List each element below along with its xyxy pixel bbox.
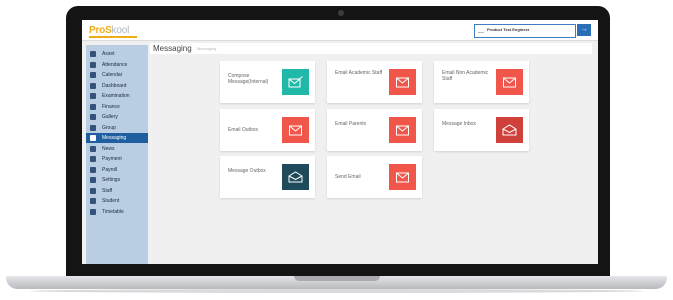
tile-email-outbox[interactable]: Email Outbox [220, 109, 315, 151]
breadcrumb[interactable]: Messaging [197, 46, 216, 52]
tile-label: Email Non Academic Staff [442, 70, 489, 82]
sidebar-item-label: Asset [102, 51, 115, 57]
sidebar-item-gallery[interactable]: Gallery [86, 112, 148, 122]
sidebar: Asset Attendance Calendar Dashboard Examinat… [86, 45, 148, 264]
calendar-icon [90, 72, 96, 78]
sidebar-item-student[interactable]: Student [86, 196, 148, 206]
app-logo[interactable]: ProSkool [89, 25, 129, 36]
envelope-icon [389, 164, 416, 190]
timetable-icon [90, 208, 96, 215]
tile-label: Email Academic Staff [335, 70, 383, 76]
sidebar-item-payment[interactable]: Payment [86, 154, 148, 164]
finance-icon [90, 103, 96, 110]
sidebar-item-label: Settings [102, 177, 121, 183]
user-signature-icon [478, 29, 484, 33]
sidebar-item-news[interactable]: News [86, 144, 148, 154]
settings-icon [90, 177, 96, 183]
payment-icon [90, 156, 96, 162]
sidebar-item-timetable[interactable]: Timetable [86, 207, 148, 217]
tile-email-academic-staff[interactable]: Email Academic Staff [327, 61, 422, 103]
group-icon [90, 124, 96, 131]
open-envelope-icon [496, 117, 523, 143]
page-title: Messaging [153, 44, 192, 53]
sidebar-item-dashboard[interactable]: Dashboard [86, 81, 148, 91]
envelope-icon [282, 117, 309, 143]
tile-label: Message Outbox [228, 168, 266, 174]
dashboard-icon [90, 82, 96, 89]
tile-compose-message-internal[interactable]: Compose Message(Internal) [220, 61, 315, 103]
envelope-icon [389, 117, 416, 143]
sidebar-item-staff[interactable]: Staff [86, 186, 148, 196]
sidebar-item-examination[interactable]: Examination [86, 91, 148, 101]
tile-label: Send Email [335, 174, 361, 180]
sidebar-item-finance[interactable]: Finance [86, 102, 148, 112]
user-profile-box[interactable]: Product Test Engineer [474, 24, 576, 38]
sidebar-item-group[interactable]: Group [86, 123, 148, 133]
sidebar-item-settings[interactable]: Settings [86, 175, 148, 185]
tile-email-non-academic-staff[interactable]: Email Non Academic Staff [434, 61, 529, 103]
asset-icon [90, 51, 96, 57]
top-bar: ProSkool Product Test Engineer → [82, 20, 598, 41]
laptop-notch [294, 276, 380, 281]
sidebar-item-label: Gallery [102, 114, 118, 120]
sidebar-item-messaging[interactable]: Messaging [86, 133, 148, 143]
envelope-icon [90, 135, 96, 141]
logo-part-1: ProS [89, 25, 112, 36]
sidebar-item-label: Staff [102, 187, 113, 194]
sidebar-item-attendance[interactable]: Attendance [86, 60, 148, 70]
gallery-icon [90, 114, 96, 120]
app-screen: ProSkool Product Test Engineer → Asset At… [82, 20, 598, 264]
compose-envelope-icon [282, 69, 309, 95]
logo-underline [89, 36, 137, 38]
open-envelope-icon [282, 164, 309, 190]
tile-email-parents[interactable]: Email Parents [327, 109, 422, 151]
envelope-icon [389, 69, 416, 95]
sidebar-item-label: Finance [102, 103, 120, 110]
sidebar-item-label: Examination [102, 93, 130, 99]
envelope-icon [496, 69, 523, 95]
staff-icon [90, 187, 96, 194]
laptop-shadow [30, 289, 643, 293]
tile-message-inbox[interactable]: Message Inbox [434, 109, 529, 151]
sidebar-item-label: News [102, 145, 115, 152]
logo-part-2: kool [111, 25, 130, 36]
sidebar-item-label: Timetable [102, 208, 124, 215]
sidebar-item-calendar[interactable]: Calendar [86, 70, 148, 80]
tile-label: Message Inbox [442, 121, 476, 127]
sidebar-item-label: Messaging [102, 135, 127, 141]
sidebar-item-label: Attendance [102, 61, 128, 68]
examination-icon [90, 93, 96, 99]
sidebar-item-label: Payment [102, 156, 122, 162]
logout-button[interactable]: → [577, 24, 591, 36]
sidebar-item-label: Group [102, 124, 116, 131]
tile-label: Email Parents [335, 121, 367, 127]
payroll-icon [90, 166, 96, 173]
page-header: Messaging Messaging [150, 43, 592, 54]
tile-message-outbox[interactable]: Message Outbox [220, 156, 315, 198]
sidebar-item-label: Student [102, 198, 120, 204]
tile-send-email[interactable]: Send Email [327, 156, 422, 198]
sidebar-item-asset[interactable]: Asset [86, 49, 148, 59]
tile-label: Compose Message(Internal) [228, 73, 269, 85]
sidebar-item-payroll[interactable]: Payroll [86, 165, 148, 175]
student-icon [90, 198, 96, 204]
tile-label: Email Outbox [228, 127, 259, 133]
sidebar-item-label: Payroll [102, 166, 118, 173]
news-icon [90, 145, 96, 152]
user-name: Product Test Engineer [487, 27, 530, 32]
camera-dot [338, 10, 344, 16]
sidebar-item-label: Calendar [102, 72, 123, 78]
attendance-icon [90, 61, 96, 68]
sidebar-item-label: Dashboard [102, 82, 127, 89]
